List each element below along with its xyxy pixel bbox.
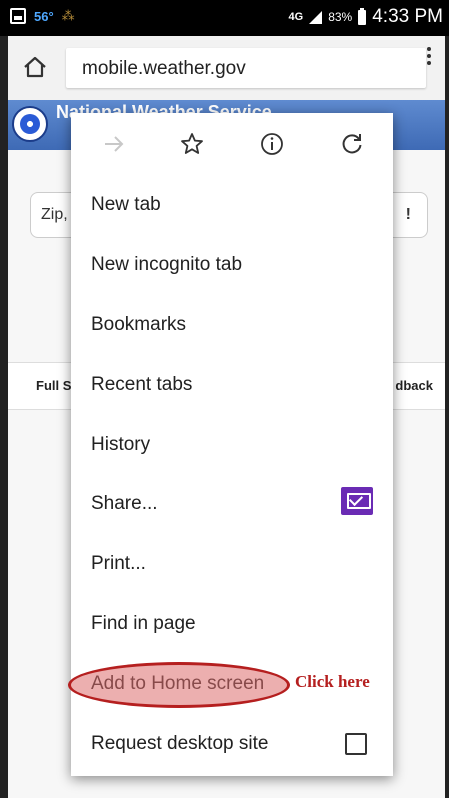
menu-item-print[interactable]: Print...: [91, 544, 371, 584]
menu-item-history[interactable]: History: [91, 425, 371, 465]
bookmark-star-icon[interactable]: [179, 131, 205, 157]
signal-icon: [309, 10, 323, 24]
address-bar[interactable]: mobile.weather.gov: [66, 48, 426, 88]
menu-item-bookmarks[interactable]: Bookmarks: [91, 305, 371, 345]
overflow-menu-icon[interactable]: [427, 47, 431, 65]
go-button[interactable]: !: [406, 206, 411, 224]
url-text: mobile.weather.gov: [82, 58, 246, 79]
reload-icon[interactable]: [339, 131, 365, 157]
desktop-site-checkbox[interactable]: [345, 733, 367, 755]
menu-item-request-desktop-site[interactable]: Request desktop site: [91, 724, 371, 764]
battery-icon: [358, 7, 367, 25]
menu-item-new-incognito-tab[interactable]: New incognito tab: [91, 245, 371, 285]
menu-item-find-in-page[interactable]: Find in page: [91, 604, 371, 644]
menu-item-new-tab[interactable]: New tab: [91, 185, 371, 225]
network-type: 4G: [288, 11, 304, 23]
nws-logo: [12, 106, 48, 142]
share-app-icon[interactable]: [341, 487, 373, 515]
battery-percent: 83%: [328, 10, 353, 24]
click-here-annotation: Click here: [295, 672, 370, 691]
menu-item-share[interactable]: Share...: [91, 484, 371, 524]
browser-toolbar: mobile.weather.gov: [8, 36, 445, 100]
temperature-readout: 56°: [34, 8, 54, 24]
full-site-link[interactable]: Full S: [36, 378, 71, 393]
clock: 4:33 PM: [372, 6, 443, 27]
highlight-ellipse: [68, 662, 290, 708]
info-icon[interactable]: [259, 131, 285, 157]
home-icon[interactable]: [22, 54, 48, 80]
zip-placeholder: Zip,: [41, 206, 68, 223]
gallery-icon: [10, 8, 26, 24]
menu-icon-row: [71, 113, 393, 175]
status-bar: 56° ⁂ 4G 83% 4:33 PM: [0, 0, 449, 36]
weather-icon: ⁂: [61, 8, 75, 23]
menu-item-recent-tabs[interactable]: Recent tabs: [91, 365, 371, 405]
forward-icon[interactable]: [101, 131, 127, 157]
feedback-link[interactable]: dback: [395, 378, 433, 393]
